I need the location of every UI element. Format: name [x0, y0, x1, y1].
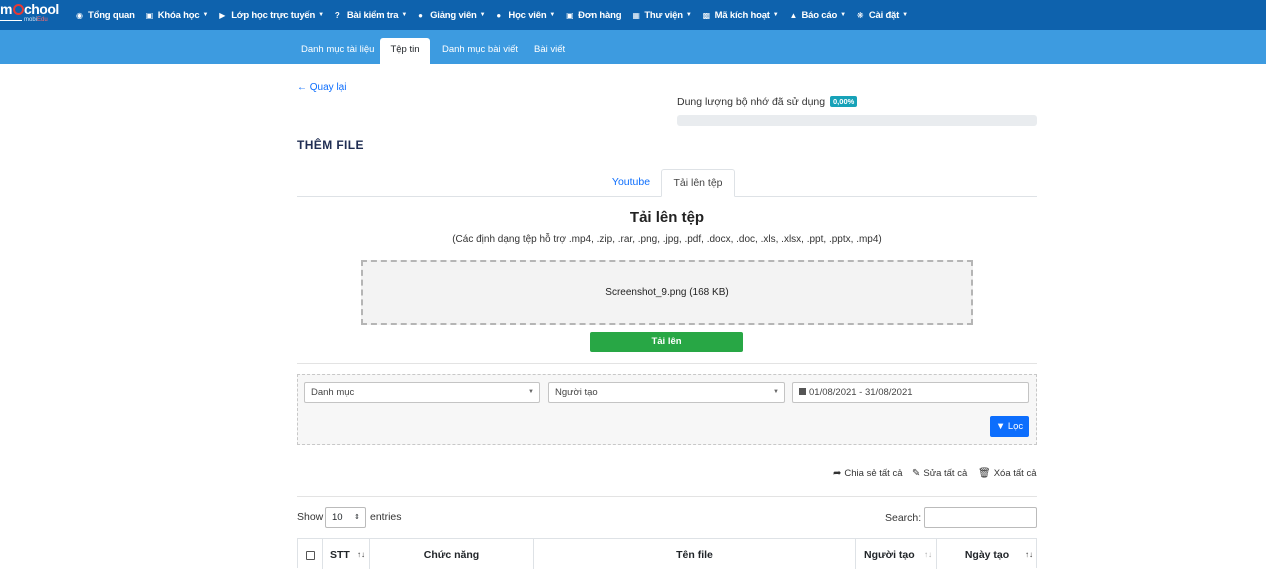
storage-label: Dung lượng bộ nhớ đã sử dụng 0,00% — [677, 96, 858, 108]
arrow-left-icon: ← — [297, 82, 307, 93]
subtab-danh-muc-tai-lieu[interactable]: Danh mục tài liệu — [301, 38, 374, 64]
search-label: Search: — [885, 512, 922, 524]
logo[interactable]: m chool mobiEdu — [0, 0, 62, 30]
nav-item-label: Khóa học — [157, 9, 200, 21]
filter-button[interactable]: ▼ Lọc — [990, 416, 1029, 437]
trash-icon: 🗑 — [978, 468, 991, 479]
logo-text: m chool — [0, 1, 59, 17]
caret-down-icon: ▼ — [549, 12, 556, 18]
nav-item-label: Báo cáo — [801, 9, 838, 21]
sort-icon: ↑↓ — [924, 550, 932, 559]
nav-item-label: Tổng quan — [88, 9, 135, 21]
caret-down-icon: ▼ — [202, 12, 209, 18]
nav-item-6[interactable]: ▣ Đơn hàng — [566, 10, 621, 21]
question-icon: ? — [334, 10, 340, 20]
nav-item-label: Lớp học trực tuyến — [231, 9, 316, 21]
back-link[interactable]: ← Quay lại — [297, 82, 346, 93]
storage-progress-bar — [677, 115, 1037, 126]
column-nguoi-tao[interactable]: Người tạo ↑↓ — [856, 539, 937, 569]
date-range-input[interactable]: 01/08/2021 - 31/08/2021 — [792, 382, 1029, 403]
caret-down-icon: ▼ — [479, 12, 486, 18]
column-chuc-nang: Chức năng — [370, 539, 534, 569]
top-navbar: m chool mobiEdu ◉ Tổng quan ▣ Khóa học ▼ ▶ Lớp … — [0, 0, 1266, 30]
subtab-bai-viet[interactable]: Bài viết — [534, 38, 565, 64]
page-title: THÊM FILE — [297, 138, 364, 152]
user-icon: ● — [496, 10, 502, 20]
logo-subtext: mobiEdu — [24, 17, 48, 23]
column-stt[interactable]: STT ↑↓ — [323, 539, 370, 569]
nav-item-label: Mã kích hoạt — [714, 9, 770, 21]
nav-item-0[interactable]: ◉ Tổng quan — [76, 10, 135, 21]
book-icon: ▣ — [145, 10, 154, 20]
nav-item-2[interactable]: ▶ Lớp học trực tuyến ▼ — [219, 10, 324, 21]
share-all-button[interactable]: ➦ Chia sẻ tất cả — [833, 468, 902, 479]
share-icon: ➦ — [833, 468, 842, 479]
sort-arrows-icon: ⇕ — [354, 514, 360, 521]
category-select[interactable]: Danh mục ▼ — [304, 382, 540, 403]
column-ten-file[interactable]: Tên file — [534, 539, 856, 569]
show-label: Show — [297, 511, 324, 523]
key-icon: ▩ — [702, 10, 711, 20]
nav-item-label: Bài kiểm tra — [346, 9, 399, 21]
upload-button[interactable]: Tải lên — [590, 332, 743, 352]
storage-badge: 0,00% — [830, 96, 858, 107]
selected-file: Screenshot_9.png (168 KB) — [605, 287, 729, 298]
users-icon: ● — [418, 10, 423, 20]
sub-navbar: Danh mục tài liệu Tệp tin Danh mục bài v… — [0, 30, 1266, 64]
upload-dropzone[interactable]: Screenshot_9.png (168 KB) — [361, 260, 973, 325]
nav-item-4[interactable]: ● Giảng viên ▼ — [418, 9, 486, 21]
nav-item-label: Giảng viên — [430, 9, 477, 21]
nav-item-9[interactable]: ▲ Báo cáo ▼ — [789, 9, 847, 21]
dashboard-icon: ◉ — [76, 10, 83, 20]
subtab-tep-tin[interactable]: Tệp tin — [380, 38, 430, 64]
upload-title: Tải lên tệp — [629, 209, 705, 226]
tab-youtube[interactable]: Youtube — [603, 169, 659, 197]
sort-icon: ↑↓ — [357, 550, 365, 559]
search-input[interactable] — [924, 507, 1037, 528]
chevron-down-icon: ▼ — [528, 389, 534, 395]
caret-down-icon: ▼ — [902, 12, 908, 18]
cart-icon: ▣ — [566, 10, 574, 20]
creator-select[interactable]: Người tạo ▼ — [548, 382, 785, 403]
upload-formats: (Các định dạng tệp hỗ trợ .mp4, .zip, .r… — [452, 234, 882, 245]
select-all-checkbox[interactable] — [306, 551, 315, 560]
entries-label: entries — [370, 511, 402, 523]
nav-item-7[interactable]: ▦ Thư viện ▼ — [632, 10, 691, 21]
calendar-icon — [799, 388, 806, 395]
edit-all-button[interactable]: ✎ Sửa tất cả — [912, 468, 967, 479]
table-header: STT ↑↓ Chức năng Tên file Người tạo ↑↓ Ngà… — [297, 538, 1037, 569]
nav-item-1[interactable]: ▣ Khóa học ▼ — [145, 9, 209, 21]
subtab-danh-muc-bai-viet[interactable]: Danh mục bài viết — [442, 38, 518, 64]
caret-down-icon: ▼ — [318, 12, 324, 18]
sort-icon: ↑↓ — [1025, 550, 1033, 559]
chevron-down-icon: ▼ — [773, 389, 779, 395]
nav-item-label: Thư viện — [644, 9, 683, 21]
page-length-select[interactable]: 10 ⇕ — [325, 507, 366, 528]
caret-down-icon: ▼ — [401, 12, 408, 18]
main-menu: ◉ Tổng quan ▣ Khóa học ▼ ▶ Lớp học trực tuyến ▼… — [76, 10, 919, 21]
gears-icon: ❋ — [856, 10, 864, 20]
nav-item-10[interactable]: ❋ Cài đặt ▼ — [857, 10, 908, 21]
nav-item-8[interactable]: ▩ Mã kích hoạt ▼ — [703, 10, 779, 21]
edit-icon: ✎ — [912, 468, 921, 479]
funnel-icon: ▼ — [995, 421, 1006, 432]
caret-down-icon: ▼ — [772, 12, 779, 18]
library-icon: ▦ — [632, 10, 640, 20]
nav-item-label: Cài đặt — [868, 9, 900, 21]
chart-icon: ▲ — [789, 10, 798, 20]
select-all-cell — [298, 539, 323, 569]
caret-down-icon: ▼ — [840, 12, 846, 18]
nav-item-label: Đơn hàng — [578, 9, 622, 21]
nav-item-label: Học viên — [508, 9, 547, 21]
caret-down-icon: ▼ — [685, 12, 692, 18]
nav-item-3[interactable]: ? Bài kiểm tra ▼ — [335, 10, 407, 21]
video-icon: ▶ — [219, 10, 226, 20]
tab-upload-file[interactable]: Tải lên tệp — [661, 169, 735, 197]
column-ngay-tao[interactable]: Ngày tạo ↑↓ — [937, 539, 1037, 569]
delete-all-button[interactable]: 🗑 Xóa tất cả — [978, 468, 1036, 479]
nav-item-5[interactable]: ● Học viên ▼ — [496, 10, 555, 21]
